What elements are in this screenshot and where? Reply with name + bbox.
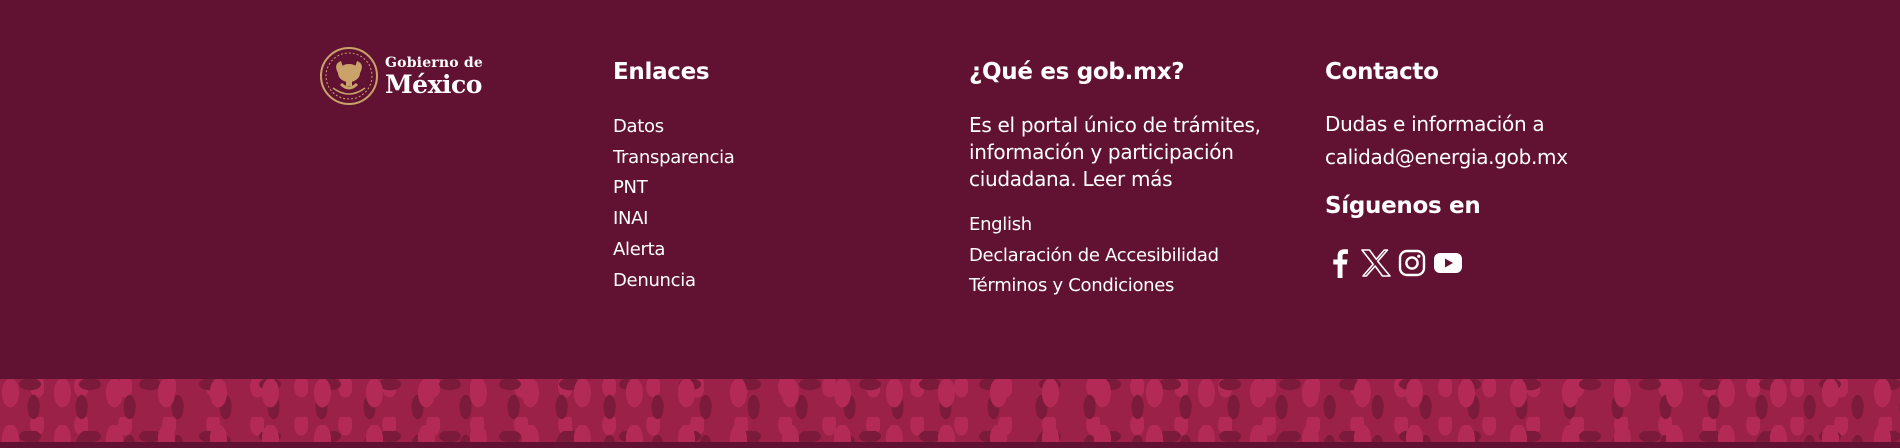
- about-title: ¿Qué es gob.mx?: [969, 59, 1185, 85]
- link-accesibilidad[interactable]: Declaración de Accesibilidad: [969, 245, 1219, 266]
- link-inai[interactable]: INAI: [613, 208, 649, 229]
- x-icon: [1361, 248, 1391, 277]
- about-description: Es el portal único de trámites, informac…: [969, 112, 1289, 193]
- list-item: Denuncia: [613, 266, 913, 297]
- list-item: Transparencia: [613, 143, 913, 174]
- links-title: Enlaces: [613, 59, 710, 85]
- logo-line-1: Gobierno de: [385, 54, 483, 71]
- links-column: Enlaces Datos Transparencia PNT INAI Ale…: [613, 58, 913, 297]
- youtube-link[interactable]: [1433, 246, 1463, 280]
- read-more-link[interactable]: Leer más: [1082, 167, 1172, 191]
- link-datos[interactable]: Datos: [613, 116, 664, 137]
- list-item: Términos y Condiciones: [969, 271, 1289, 302]
- instagram-link[interactable]: [1397, 246, 1427, 280]
- list-item: INAI: [613, 204, 913, 235]
- social-links: [1325, 246, 1645, 280]
- follow-title: Síguenos en: [1325, 192, 1481, 219]
- site-footer: Gobierno de México Enlaces Datos Transpa…: [0, 0, 1900, 379]
- list-item: Declaración de Accesibilidad: [969, 241, 1289, 272]
- link-transparencia[interactable]: Transparencia: [613, 147, 735, 168]
- about-links-list: English Declaración de Accesibilidad Tér…: [969, 210, 1289, 302]
- instagram-icon: [1398, 249, 1426, 276]
- link-alerta[interactable]: Alerta: [613, 239, 665, 260]
- gobierno-de-mexico-logo[interactable]: Gobierno de México: [319, 46, 484, 106]
- list-item: Datos: [613, 112, 913, 143]
- links-list: Datos Transparencia PNT INAI Alerta Denu…: [613, 112, 913, 297]
- pattern-bottom-border: [0, 442, 1900, 448]
- logo-line-2: México: [385, 69, 482, 99]
- list-item: PNT: [613, 173, 913, 204]
- logo-wordmark: Gobierno de México: [385, 56, 483, 97]
- about-column: ¿Qué es gob.mx? Es el portal único de tr…: [969, 58, 1289, 302]
- contact-title: Contacto: [1325, 59, 1439, 85]
- contact-email-link[interactable]: calidad@energia.gob.mx: [1325, 145, 1568, 169]
- contact-text: Dudas e información a: [1325, 111, 1545, 136]
- youtube-icon: [1434, 252, 1462, 273]
- list-item: English: [969, 210, 1289, 241]
- facebook-icon: [1333, 248, 1348, 278]
- decorative-pattern-band: [0, 379, 1900, 448]
- x-link[interactable]: [1361, 246, 1391, 280]
- facebook-link[interactable]: [1325, 246, 1355, 280]
- link-terminos[interactable]: Términos y Condiciones: [969, 275, 1174, 296]
- link-pnt[interactable]: PNT: [613, 177, 648, 198]
- list-item: Alerta: [613, 235, 913, 266]
- link-english[interactable]: English: [969, 214, 1032, 235]
- national-seal-icon: [320, 47, 378, 105]
- contact-column: Contacto Dudas e información a calidad@e…: [1325, 58, 1645, 280]
- contact-description: Dudas e información a calidad@energia.go…: [1325, 108, 1645, 174]
- link-denuncia[interactable]: Denuncia: [613, 270, 696, 291]
